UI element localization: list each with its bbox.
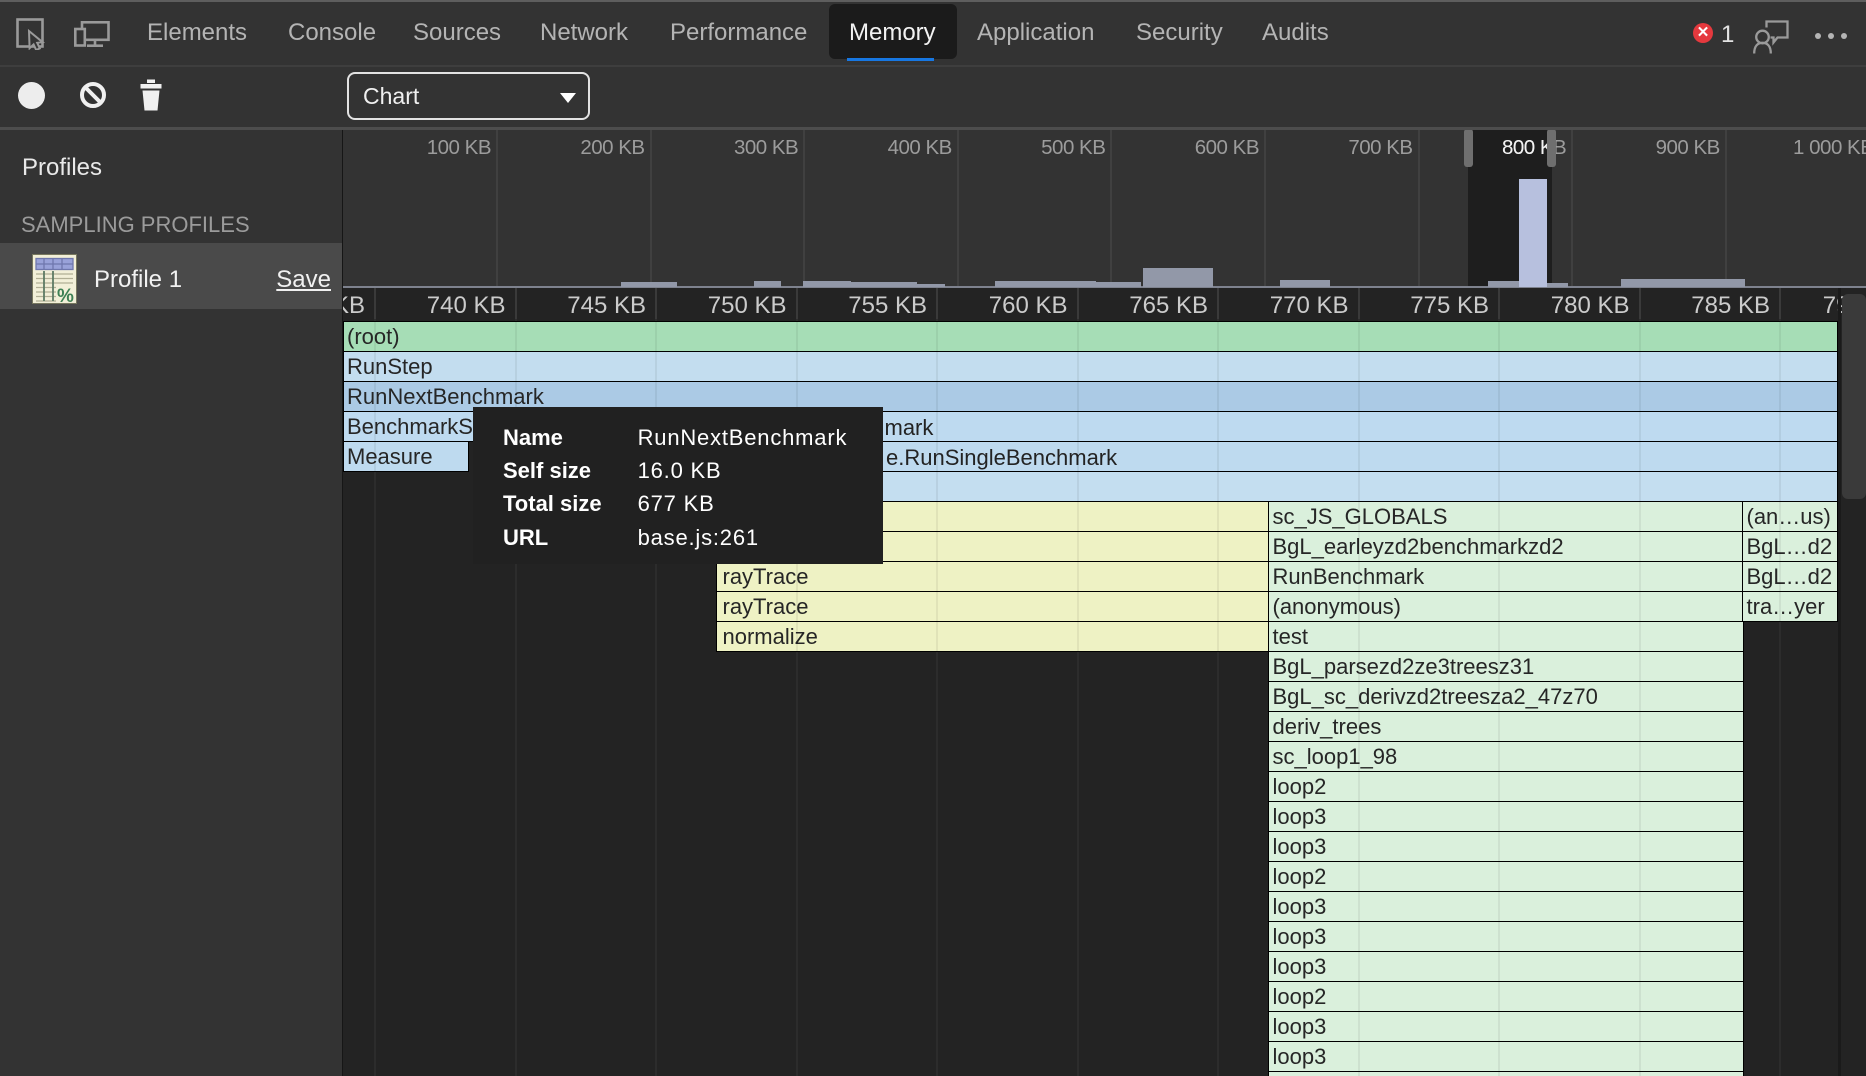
svg-text:%: % (57, 286, 74, 304)
